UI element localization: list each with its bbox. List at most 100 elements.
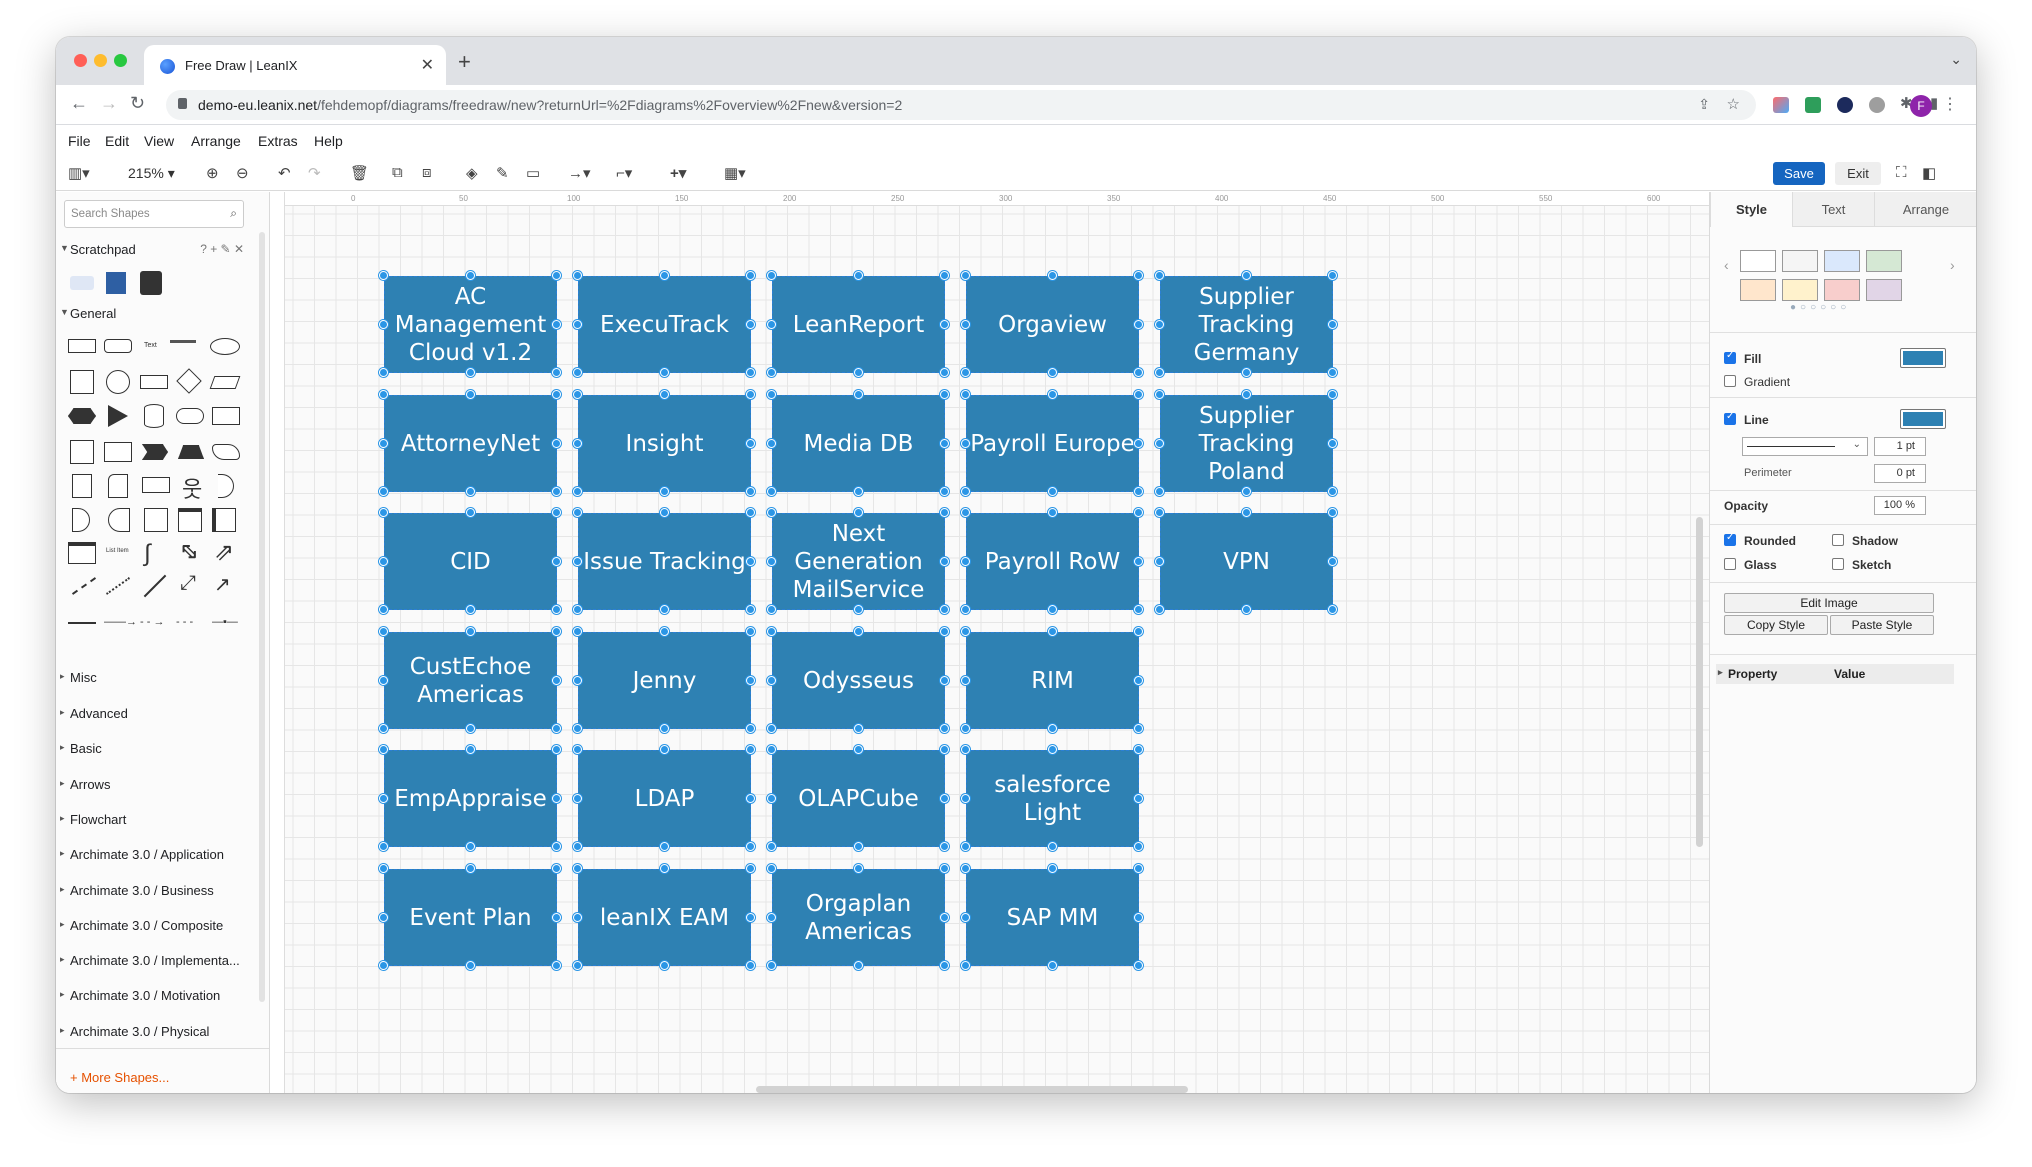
rounded-checkbox[interactable] [1724,532,1736,546]
delete-icon[interactable]: 🗑 [350,164,369,182]
application-node[interactable]: Jenny [578,632,751,729]
resize-handle[interactable] [1134,912,1143,922]
resize-handle[interactable] [573,508,582,517]
resize-handle[interactable] [746,368,755,377]
document-shape[interactable] [212,407,240,425]
trapezoid-shape[interactable] [178,445,204,459]
fill-checkbox[interactable] [1724,350,1736,364]
fill-color-icon[interactable]: ◈ [466,164,478,182]
application-node[interactable]: Issue Tracking [578,513,751,610]
tab-arrange[interactable]: Arrange [1874,192,1976,227]
fullscreen-icon[interactable]: ⛶ [1896,164,1907,181]
scratchpad-actions[interactable]: ? + ✎ ✕ [200,242,244,256]
resize-handle[interactable] [767,390,776,399]
resize-handle[interactable] [659,368,669,377]
zoom-dropdown[interactable]: 215% ▾ [128,165,175,182]
resize-handle[interactable] [961,487,970,496]
resize-handle[interactable] [961,605,970,614]
text-shape[interactable]: Text [144,342,157,349]
resize-handle[interactable] [1047,390,1057,399]
connector-dashed-shape[interactable]: - - → [140,616,164,628]
resize-handle[interactable] [573,605,582,614]
style-swatch[interactable] [1866,279,1902,301]
section-archimate-application[interactable]: ▸ Archimate 3.0 / Application [56,847,256,862]
resize-handle[interactable] [1241,271,1251,280]
resize-handle[interactable] [767,627,776,636]
scratch-org-chart-icon[interactable] [140,271,162,295]
resize-handle[interactable] [853,864,863,873]
resize-handle[interactable] [853,508,863,517]
curve-shape[interactable]: ∫ [144,540,151,568]
resize-handle[interactable] [940,842,949,851]
resize-handle[interactable] [961,793,970,803]
step-shape[interactable] [142,444,168,460]
application-node[interactable]: Supplier Tracking Germany [1160,276,1333,373]
resize-handle[interactable] [1155,438,1164,448]
resize-handle[interactable] [767,864,776,873]
section-archimate-motivation[interactable]: ▸ Archimate 3.0 / Motivation [56,988,256,1003]
resize-handle[interactable] [1155,487,1164,496]
resize-handle[interactable] [1047,627,1057,636]
glass-checkbox[interactable] [1724,558,1736,570]
dashed-line-shape[interactable] [71,577,97,595]
resize-handle[interactable] [379,605,388,614]
resize-handle[interactable] [379,390,388,399]
resize-handle[interactable] [1328,508,1337,517]
scratch-document-icon[interactable] [106,272,126,294]
resize-handle[interactable] [940,912,949,922]
resize-handle[interactable] [379,961,388,970]
resize-handle[interactable] [746,487,755,496]
line-color-icon[interactable]: ✎ [496,164,509,182]
section-archimate-physical[interactable]: ▸ Archimate 3.0 / Physical [56,1024,256,1039]
resize-handle[interactable] [767,368,776,377]
diagram-canvas[interactable]: 0 50 100 150 200 250 300 350 400 450 500 550 600 AC … [271,192,1709,1093]
resize-handle[interactable] [940,438,949,448]
resize-handle[interactable] [1155,508,1164,517]
resize-handle[interactable] [552,912,561,922]
resize-handle[interactable] [1241,605,1251,614]
resize-handle[interactable] [853,724,863,733]
section-flowchart[interactable]: ▸ Flowchart [56,812,256,827]
resize-handle[interactable] [767,793,776,803]
shadow-checkbox[interactable] [1832,534,1844,546]
resize-handle[interactable] [1047,724,1057,733]
resize-handle[interactable] [659,864,669,873]
application-node[interactable]: Payroll Europe [966,395,1139,492]
resize-handle[interactable] [767,556,776,566]
extension-2-icon[interactable] [1805,97,1821,113]
resize-handle[interactable] [961,864,970,873]
resize-handle[interactable] [961,627,970,636]
resize-handle[interactable] [746,724,755,733]
resize-handle[interactable] [1241,390,1251,399]
resize-handle[interactable] [767,912,776,922]
resize-handle[interactable] [746,605,755,614]
resize-handle[interactable] [1134,487,1143,496]
resize-handle[interactable] [1328,390,1337,399]
resize-handle[interactable] [961,390,970,399]
connector-arrow-shape[interactable]: ——→ [104,616,137,628]
resize-handle[interactable] [379,438,388,448]
resize-handle[interactable] [853,368,863,377]
table-icon[interactable]: ▦▾ [724,164,746,182]
bidirectional-connector-shape[interactable]: ⤢ [180,572,196,595]
hexagon-shape[interactable] [68,408,96,424]
search-icon[interactable]: ⌕ [230,206,237,221]
resize-handle[interactable] [746,271,755,280]
connector-link-shape[interactable]: —▪— [212,616,238,628]
back-icon[interactable]: ← [70,93,88,114]
and-shape[interactable] [72,508,90,532]
line-width-input[interactable]: 1 pt [1874,437,1926,456]
resize-handle[interactable] [1134,793,1143,803]
resize-handle[interactable] [465,271,475,280]
resize-handle[interactable] [1134,368,1143,377]
section-archimate-business[interactable]: ▸ Archimate 3.0 / Business [56,883,256,898]
resize-handle[interactable] [1328,605,1337,614]
application-node[interactable]: Orgaview [966,276,1139,373]
application-node[interactable]: Next Generation MailService [772,513,945,610]
resize-handle[interactable] [746,793,755,803]
resize-handle[interactable] [940,793,949,803]
resize-handle[interactable] [1134,390,1143,399]
resize-handle[interactable] [1134,724,1143,733]
resize-handle[interactable] [573,556,582,566]
resize-handle[interactable] [379,793,388,803]
